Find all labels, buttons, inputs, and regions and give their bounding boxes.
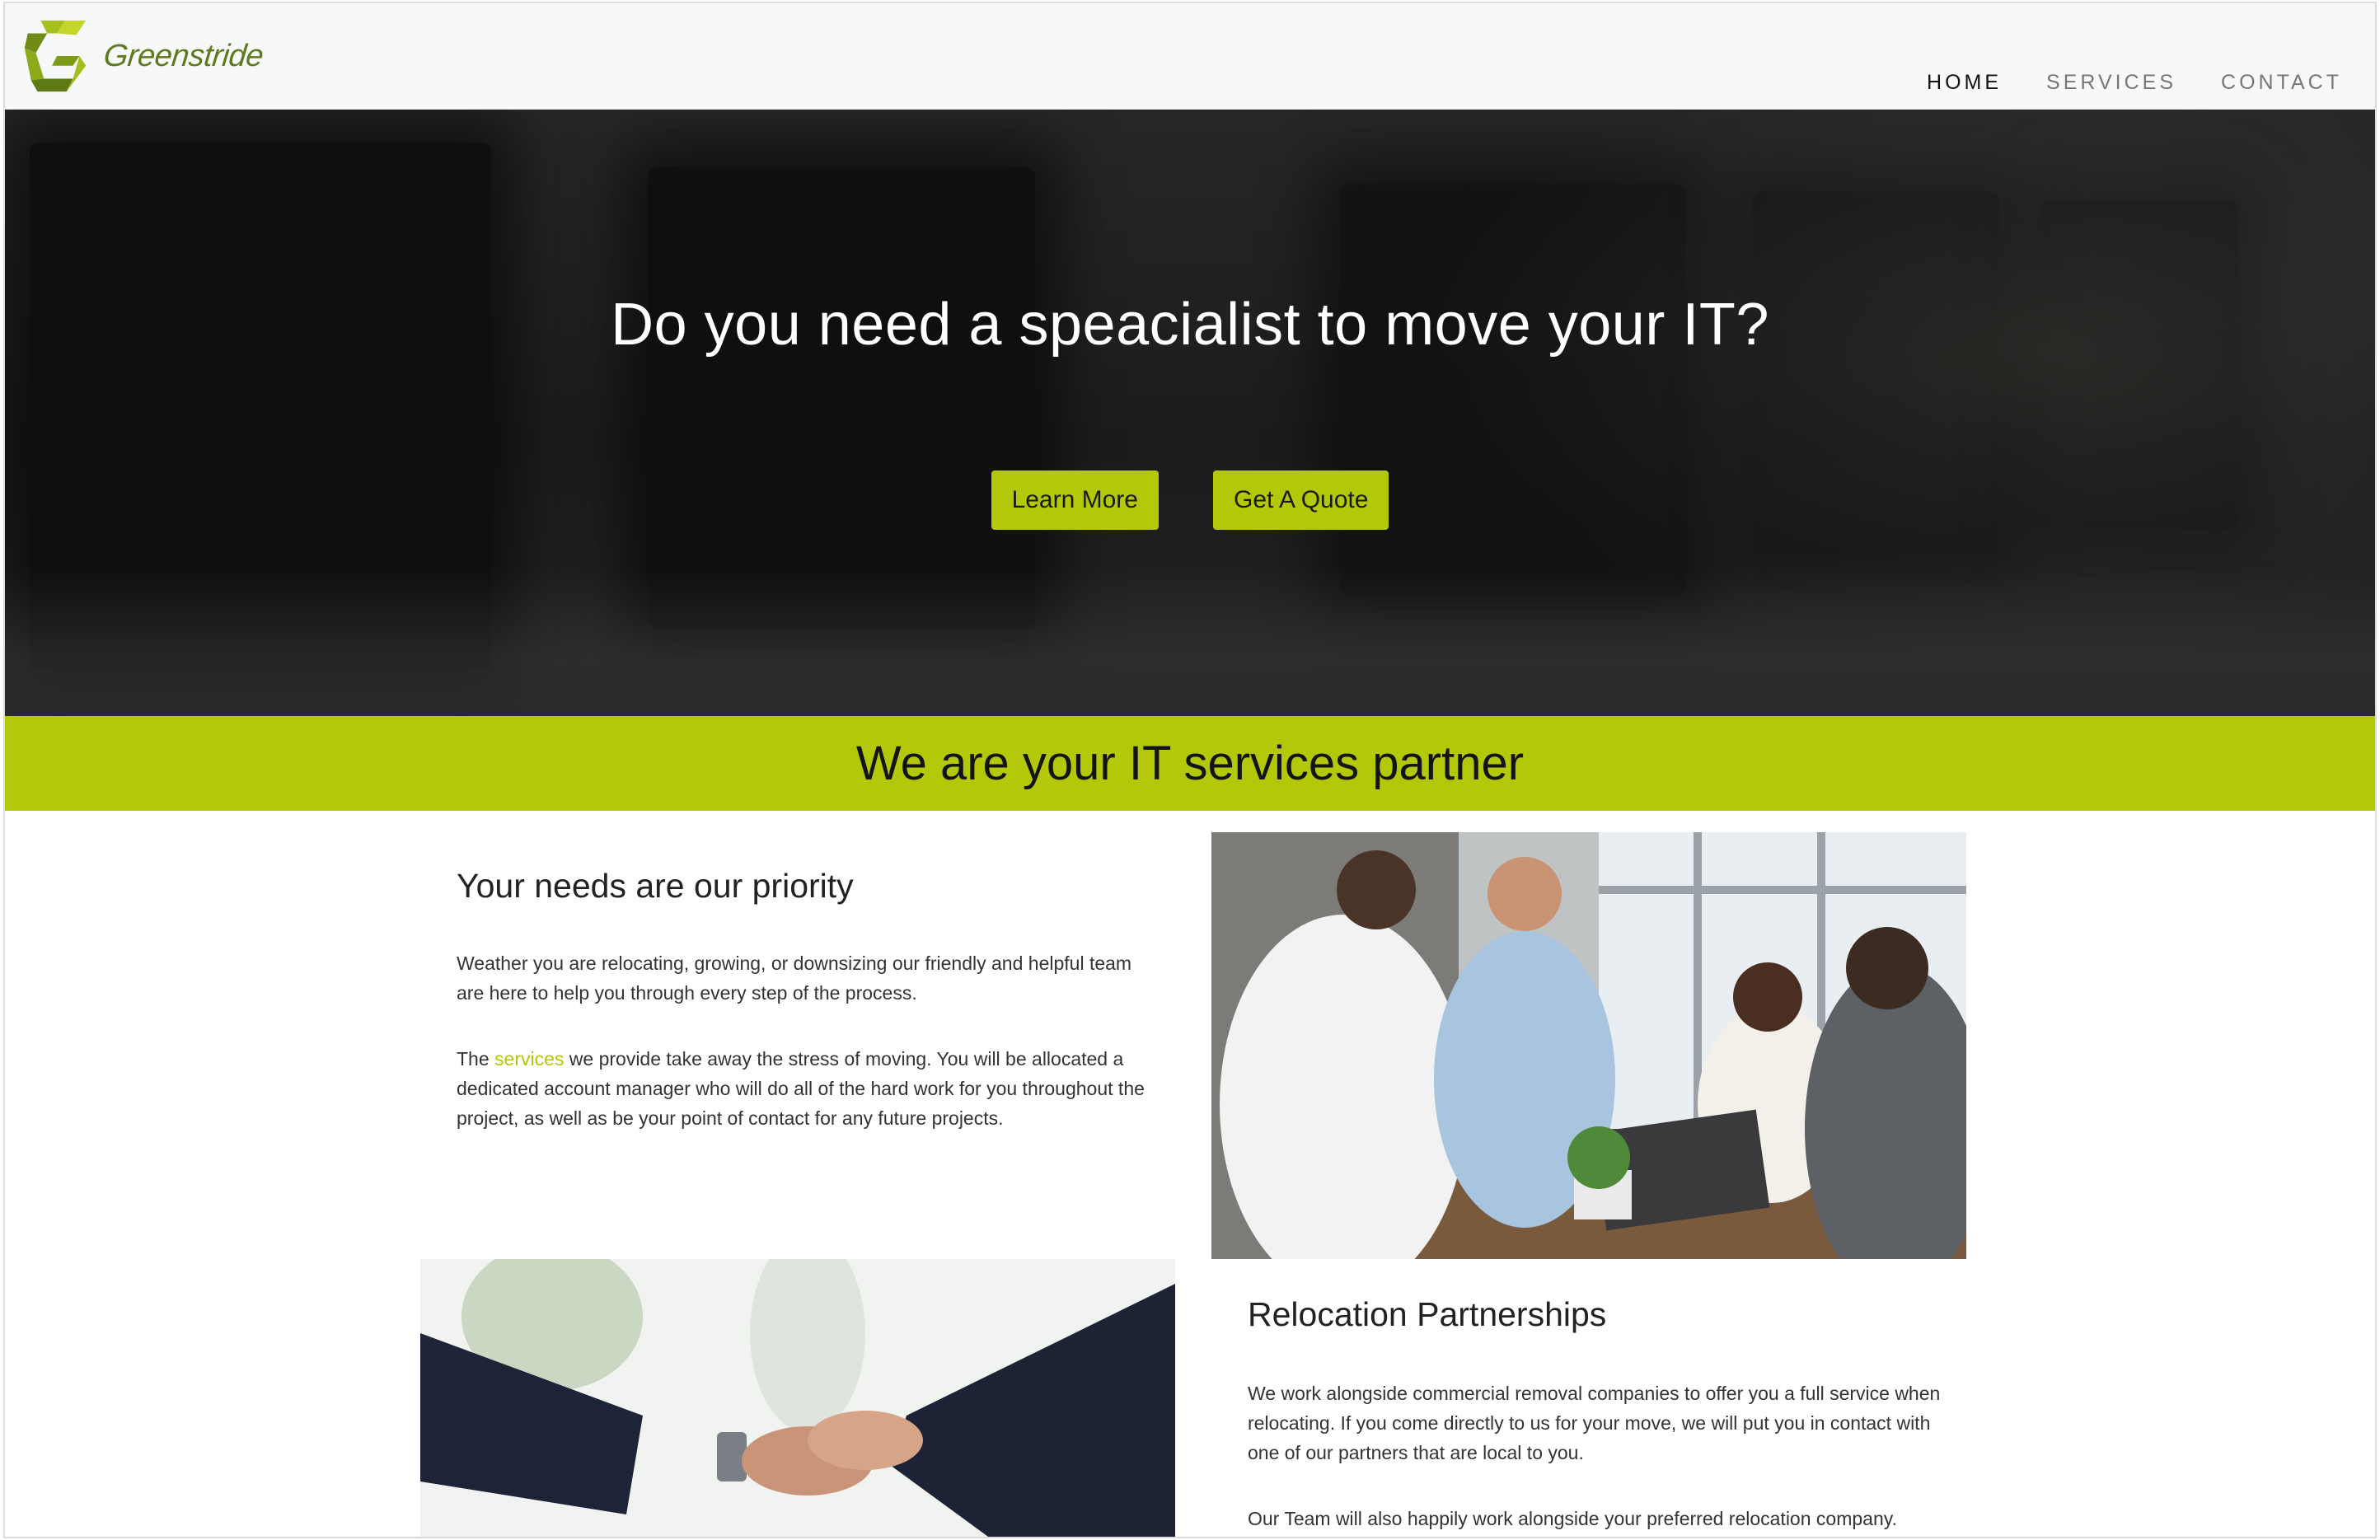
priority-section: Your needs are our priority Weather you … [457,867,1149,1133]
nav-services[interactable]: SERVICES [2046,71,2176,95]
get-quote-button[interactable]: Get A Quote [1212,470,1389,530]
site-header: Greenstride HOME SERVICES CONTACT [5,3,2375,110]
learn-more-button[interactable]: Learn More [991,470,1159,530]
band-heading: We are your IT services partner [855,737,1525,790]
partner-band: We are your IT services partner [5,716,2375,811]
main-nav: HOME SERVICES CONTACT [1927,71,2342,95]
handshake-photo [420,1259,1175,1537]
relocation-heading: Relocation Partnerships [1248,1295,1607,1333]
brand-name: Greenstride [101,38,265,73]
hero-heading: Do you need a speacialist to move your I… [611,292,1769,358]
priority-heading: Your needs are our priority [457,867,854,905]
greenstride-logo-icon [24,20,87,92]
nav-home[interactable]: HOME [1927,71,2002,95]
team-meeting-illustration [1211,832,1966,1259]
hero-bg-shape [648,167,1035,629]
page-frame: Greenstride HOME SERVICES CONTACT Do you… [3,2,2377,1538]
handshake-illustration [420,1259,1175,1537]
hero-desk-blur [5,568,2375,716]
relocation-paragraph-1: We work alongside commercial removal com… [1248,1383,1941,1463]
priority-p2-start: The [457,1048,495,1070]
hero-buttons: Learn More Get A Quote [5,470,2375,530]
relocation-section: Relocation Partnerships We work alongsid… [1248,1295,1956,1533]
nav-contact[interactable]: CONTACT [2221,71,2342,95]
priority-paragraph-1: Weather you are relocating, growing, or … [457,953,1132,1004]
services-inline-link[interactable]: services [494,1048,564,1070]
brand-logo[interactable]: Greenstride [16,13,265,99]
relocation-paragraph-2: Our Team will also happily work alongsid… [1248,1508,1897,1529]
team-meeting-photo [1211,832,1966,1259]
hero-section: Do you need a speacialist to move your I… [5,110,2375,716]
priority-paragraph-2: The services we provide take away the st… [457,1044,1149,1133]
